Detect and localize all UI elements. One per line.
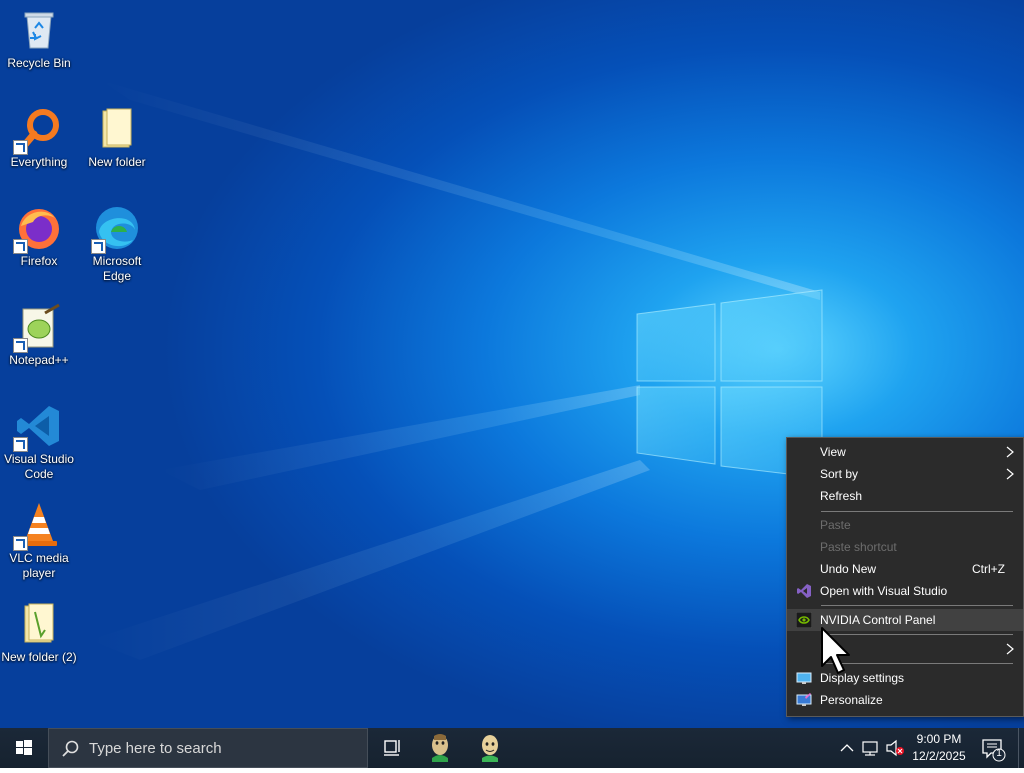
search-placeholder: Type here to search — [89, 740, 222, 757]
shortcut-arrow-icon — [91, 239, 106, 254]
desktop-icon-vscode[interactable]: Visual Studio Code — [1, 402, 77, 482]
menu-item-label: Paste — [820, 518, 851, 532]
desktop[interactable]: Recycle Bin Everything New folder Firefo… — [0, 0, 1024, 728]
desktop-icon-new-folder-2[interactable]: New folder (2) — [1, 600, 77, 665]
app-character-icon — [432, 734, 448, 762]
menu-item-shortcut: Ctrl+Z — [972, 562, 1005, 576]
nvidia-icon — [796, 612, 812, 628]
desktop-icon-label: VLC media player — [9, 551, 69, 580]
taskbar-search-box[interactable]: Type here to search — [48, 728, 368, 768]
vscode-icon — [13, 402, 63, 452]
taskbar-clock[interactable]: 9:00 PM 12/2/2025 — [905, 731, 973, 765]
clock-date: 12/2/2025 — [912, 749, 966, 763]
menu-item-paste-shortcut[interactable]: Paste shortcut — [787, 536, 1023, 558]
task-view-button[interactable] — [368, 728, 416, 768]
desktop-icon-new-folder[interactable]: New folder — [79, 105, 155, 170]
menu-item-label: N — [820, 642, 829, 656]
menu-item-open-with-visual-studio[interactable]: Open with Visual Studio — [787, 580, 1023, 602]
desktop-icon-vlc[interactable]: VLC media player — [1, 501, 77, 581]
menu-item-label: Display settings — [820, 671, 905, 685]
desktop-icon-microsoft-edge[interactable]: Microsoft Edge — [79, 204, 155, 284]
menu-separator — [821, 511, 1013, 512]
desktop-context-menu: View Sort by Refresh Paste Paste shortcu… — [786, 437, 1024, 717]
everything-search-icon — [13, 105, 63, 155]
desktop-icon-label: Microsoft Edge — [92, 254, 142, 283]
menu-item-view[interactable]: View — [787, 441, 1023, 463]
shortcut-arrow-icon — [13, 140, 28, 155]
menu-separator — [821, 663, 1013, 664]
start-button[interactable] — [0, 728, 48, 768]
show-desktop-button[interactable] — [1018, 728, 1024, 768]
folder-icon — [15, 600, 63, 648]
menu-item-label: Personalize — [820, 693, 883, 707]
clock-time: 9:00 PM — [916, 732, 962, 746]
menu-item-label: NVIDIA Control Panel — [820, 613, 936, 627]
menu-item-label: View — [820, 445, 846, 459]
task-view-icon — [384, 740, 400, 756]
volume-tray-button[interactable] — [884, 728, 906, 768]
desktop-icon-firefox[interactable]: Firefox — [1, 204, 77, 269]
chevron-right-icon — [1006, 446, 1014, 458]
menu-item-label: Open with Visual Studio — [820, 584, 948, 598]
menu-separator — [821, 605, 1013, 606]
edge-icon — [91, 204, 141, 254]
desktop-icon-label: Visual Studio Code — [4, 452, 74, 481]
show-hidden-icons-button[interactable] — [836, 728, 858, 768]
desktop-icon-everything[interactable]: Everything — [1, 105, 77, 170]
menu-item-display-settings[interactable]: Display settings — [787, 667, 1023, 689]
desktop-icon-recycle-bin[interactable]: Recycle Bin — [1, 6, 77, 71]
network-tray-button[interactable] — [860, 728, 882, 768]
notification-icon — [982, 739, 1006, 762]
search-icon — [62, 740, 79, 757]
notepad-plus-plus-icon — [13, 303, 63, 353]
app-character-icon — [482, 735, 498, 762]
notification-count-badge: 1 — [996, 748, 1002, 759]
vlc-icon — [13, 501, 63, 551]
taskbar: Type here to search 9:00 PM 12/2/2025 1 — [0, 728, 1024, 768]
menu-item-label: Paste shortcut — [820, 540, 897, 554]
shortcut-arrow-icon — [13, 437, 28, 452]
menu-item-refresh[interactable]: Refresh — [787, 485, 1023, 507]
desktop-icon-label: New folder (2) — [1, 650, 77, 664]
recycle-bin-icon — [15, 6, 63, 54]
menu-item-nvidia-control-panel[interactable]: NVIDIA Control Panel — [787, 609, 1023, 631]
folder-icon — [93, 105, 141, 153]
personalize-icon — [796, 693, 812, 706]
menu-item-personalize[interactable]: Personalize — [787, 689, 1023, 711]
shortcut-arrow-icon — [13, 338, 28, 353]
chevron-right-icon — [1006, 468, 1014, 480]
action-center-button[interactable]: 1 — [978, 728, 1008, 768]
menu-item-label: Refresh — [820, 489, 863, 503]
desktop-icon-label: New folder — [88, 155, 146, 169]
volume-muted-icon — [886, 739, 904, 757]
menu-item-new[interactable]: N — [787, 638, 1023, 660]
desktop-icon-label: Everything — [10, 155, 68, 169]
taskbar-app-1[interactable] — [416, 728, 464, 768]
menu-item-undo-new[interactable]: Undo New Ctrl+Z — [787, 558, 1023, 580]
shortcut-arrow-icon — [13, 536, 28, 551]
desktop-icon-label: Notepad++ — [9, 353, 69, 367]
desktop-icon-label: Firefox — [20, 254, 58, 268]
network-icon — [862, 741, 878, 756]
chevron-right-icon — [1006, 643, 1014, 655]
display-icon — [796, 672, 812, 684]
menu-item-label: Sort by — [820, 467, 859, 481]
menu-separator — [821, 634, 1013, 635]
firefox-icon — [13, 204, 63, 254]
taskbar-app-2[interactable] — [466, 728, 514, 768]
windows-start-icon — [16, 740, 32, 755]
menu-item-label: Undo New — [820, 562, 877, 576]
menu-item-paste[interactable]: Paste — [787, 514, 1023, 536]
menu-item-sort-by[interactable]: Sort by — [787, 463, 1023, 485]
desktop-icon-notepad-plus-plus[interactable]: Notepad++ — [1, 303, 77, 368]
desktop-icon-label: Recycle Bin — [7, 56, 71, 70]
chevron-up-icon — [840, 744, 854, 752]
visual-studio-icon — [797, 584, 811, 598]
shortcut-arrow-icon — [13, 239, 28, 254]
